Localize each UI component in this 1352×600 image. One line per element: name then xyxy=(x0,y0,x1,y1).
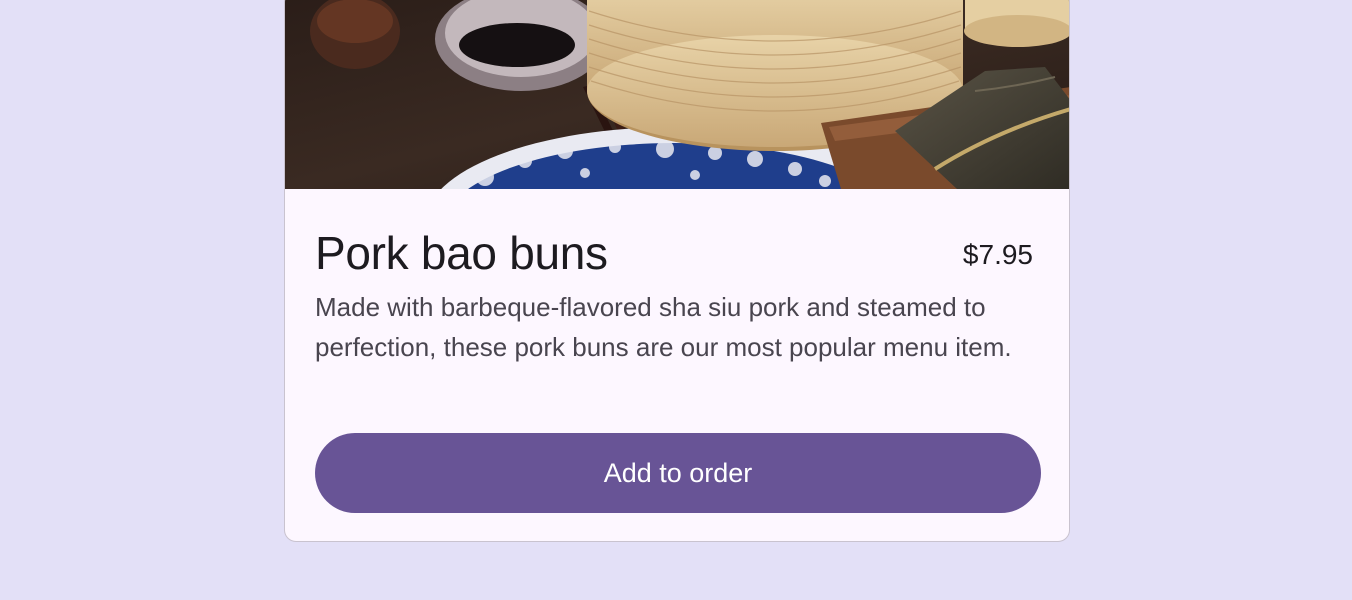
add-to-order-button[interactable]: Add to order xyxy=(315,433,1041,513)
menu-item-card: Pork bao buns $7.95 Made with barbeque-f… xyxy=(284,0,1070,542)
food-photo xyxy=(285,0,1069,189)
item-title: Pork bao buns xyxy=(315,227,608,279)
item-description: Made with barbeque-flavored sha siu pork… xyxy=(315,292,1012,362)
item-price: $7.95 xyxy=(962,239,1033,270)
